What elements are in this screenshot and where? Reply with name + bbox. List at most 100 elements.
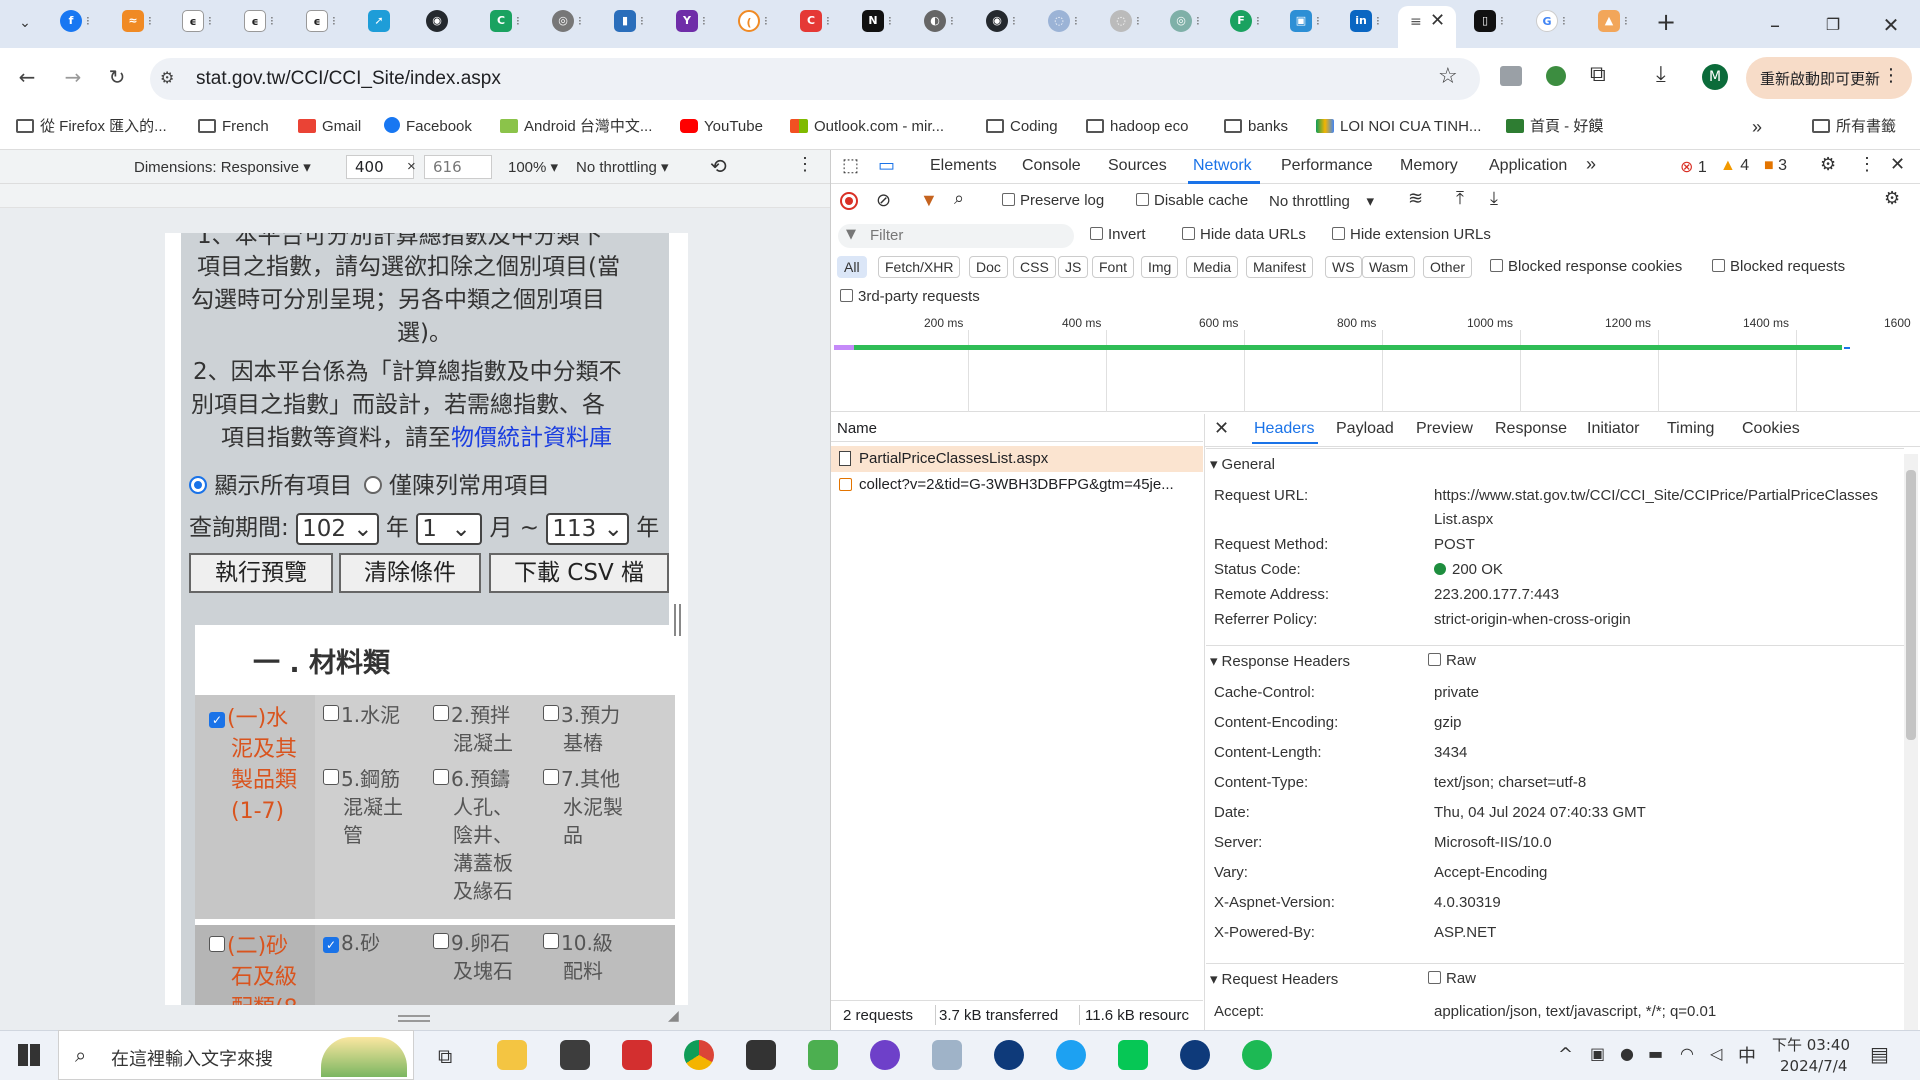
warning-count[interactable]: ▲ 4 [1720, 157, 1749, 175]
radio-all-label[interactable]: 顯示所有項目 [214, 473, 352, 499]
item-sand[interactable]: ✓ 8.砂 [323, 929, 380, 957]
tab-close-icon[interactable]: ⁝ [332, 15, 338, 27]
month-from-select[interactable]: 1 ⌄ [416, 512, 483, 545]
tab-google[interactable]: G [1536, 10, 1558, 32]
checkbox[interactable] [1712, 259, 1725, 272]
tab-site[interactable]: ➚ [368, 10, 390, 32]
item-other-cement[interactable]: 7.其他 水泥製品 [543, 765, 623, 849]
download-icon[interactable]: ⤓ [1656, 62, 1666, 87]
tab-close-icon[interactable]: ⁝ [86, 15, 92, 27]
extension-icon[interactable] [1546, 66, 1566, 86]
windows-start-icon[interactable] [18, 1044, 40, 1066]
tab-close-icon[interactable]: ⁝ [764, 15, 770, 27]
tab-close-icon[interactable]: ⁝ [1256, 15, 1262, 27]
tab-site[interactable]: C [800, 10, 822, 32]
category-label[interactable]: ✓ (一)水 泥及其 製品類 (1-7) [209, 703, 297, 827]
teamviewer-icon[interactable] [994, 1040, 1024, 1070]
item-checkbox[interactable] [433, 705, 449, 721]
name-column-header[interactable]: Name [831, 414, 1203, 442]
type-filter-all[interactable]: All [837, 256, 867, 278]
tab-close-icon[interactable]: ⁝ [1562, 15, 1568, 27]
request-headers-section[interactable]: ▾ Request Headers Raw [1206, 963, 1904, 993]
record-icon[interactable] [840, 192, 858, 210]
wifi-icon[interactable]: ≋ [1408, 188, 1423, 209]
chrome-icon[interactable] [684, 1040, 714, 1070]
tray-chevron-icon[interactable]: ^ [1558, 1044, 1573, 1065]
dimensions-dropdown[interactable]: Dimensions: Responsive ▾ [134, 158, 311, 176]
tab-console[interactable]: Console [1022, 157, 1081, 175]
tab-application[interactable]: Application [1489, 157, 1567, 175]
bookmark-item[interactable]: 首頁 - 好饃 [1506, 116, 1603, 138]
raw-checkbox[interactable]: Raw [1428, 652, 1476, 669]
file-explorer-icon[interactable] [497, 1040, 527, 1070]
update-button[interactable]: 重新啟動即可更新 ⋮ [1746, 57, 1912, 99]
spotify-icon[interactable] [1242, 1040, 1272, 1070]
item-checkbox[interactable] [433, 769, 449, 785]
height-input[interactable]: 616 [424, 155, 492, 179]
bookmark-item[interactable]: French [198, 116, 269, 138]
tab-github[interactable]: ◉ [986, 10, 1008, 32]
tab-site[interactable]: ◐ [924, 10, 946, 32]
blocked-cookies-checkbox[interactable]: Blocked response cookies [1490, 258, 1682, 275]
bookmark-item[interactable]: banks [1224, 116, 1288, 138]
app-icon[interactable] [932, 1040, 962, 1070]
item-precast[interactable]: 6.預鑄 人孔、 陰井、 溝蓋板 及緣石 [433, 765, 513, 905]
tab-close-icon[interactable]: ⁝ [1624, 15, 1630, 27]
bookmark-item[interactable]: LOI NOI CUA TINH... [1316, 116, 1481, 138]
type-filter-img[interactable]: Img [1141, 256, 1179, 278]
request-row-selected[interactable]: PartialPriceClassesList.aspx [831, 446, 1203, 472]
third-party-checkbox[interactable]: 3rd-party requests [840, 288, 980, 305]
item-cement[interactable]: 1.水泥 [323, 701, 400, 729]
checkbox[interactable] [1332, 227, 1345, 240]
item-checkbox[interactable] [433, 933, 449, 949]
type-filter-doc[interactable]: Doc [969, 256, 1008, 278]
detail-tab-preview[interactable]: Preview [1416, 420, 1473, 438]
detail-tab-response[interactable]: Response [1495, 420, 1567, 438]
checkbox[interactable] [1002, 193, 1015, 206]
zoom-dropdown[interactable]: 100% ▾ [508, 158, 558, 176]
tab-search-chevron-icon[interactable]: ⌄ [14, 12, 36, 34]
tab-close-icon[interactable]: ⁝ [640, 15, 646, 27]
filter-icon[interactable]: ▼ [920, 190, 938, 211]
item-checkbox[interactable] [543, 769, 559, 785]
bookmark-item[interactable]: hadoop eco [1086, 116, 1188, 138]
checkbox[interactable] [1182, 227, 1195, 240]
tab-site[interactable]: ▲ [1598, 10, 1620, 32]
avatar[interactable]: M [1702, 64, 1728, 90]
tab-close-icon[interactable]: ⁝ [1196, 15, 1202, 27]
tab-site[interactable]: ≈ [122, 10, 144, 32]
bookmark-item[interactable]: Facebook [384, 116, 472, 138]
item-ready-mix[interactable]: 2.預拌 混凝土 [433, 701, 513, 757]
app-icon[interactable] [560, 1040, 590, 1070]
microphone-icon[interactable]: ● [1620, 1044, 1634, 1063]
type-filter-manifest[interactable]: Manifest [1246, 256, 1313, 278]
network-settings-icon[interactable]: ⚙ [1884, 188, 1900, 209]
new-tab-button[interactable]: + [1652, 8, 1680, 36]
tab-sources[interactable]: Sources [1108, 157, 1167, 175]
tab-site[interactable]: ◎ [1170, 10, 1192, 32]
github-desktop-icon[interactable] [870, 1040, 900, 1070]
line-icon[interactable] [1118, 1040, 1148, 1070]
tab-close-icon[interactable]: ⁝ [270, 15, 276, 27]
forward-icon[interactable]: → [60, 64, 86, 90]
detail-tab-initiator[interactable]: Initiator [1587, 420, 1639, 438]
bookmark-item[interactable]: YouTube [680, 116, 763, 138]
tab-active[interactable]: ≡ ✕ [1398, 6, 1456, 48]
tab-site[interactable]: Y [676, 10, 698, 32]
type-filter-wasm[interactable]: Wasm [1362, 256, 1416, 278]
notification-icon[interactable]: ▤ [1870, 1042, 1889, 1066]
tab-close-icon[interactable]: ⁝ [702, 15, 708, 27]
category-checkbox[interactable] [209, 936, 225, 952]
extension-icon[interactable] [1500, 66, 1522, 86]
checkbox[interactable] [1428, 653, 1441, 666]
tab-close-icon[interactable]: ⁝ [1074, 15, 1080, 27]
bookmarks-more-icon[interactable]: » [1752, 116, 1762, 138]
item-checkbox[interactable]: ✓ [323, 937, 339, 953]
task-view-icon[interactable]: ⧉ [438, 1044, 452, 1068]
wifi-icon[interactable]: ◠ [1680, 1044, 1694, 1063]
type-filter-media[interactable]: Media [1186, 256, 1239, 278]
category-label[interactable]: (二)砂 石及級 配類(8- [209, 931, 306, 1005]
tab-elements[interactable]: Elements [930, 157, 997, 175]
type-filter-css[interactable]: CSS [1013, 256, 1056, 278]
tab-site[interactable]: ◌ [1110, 10, 1132, 32]
